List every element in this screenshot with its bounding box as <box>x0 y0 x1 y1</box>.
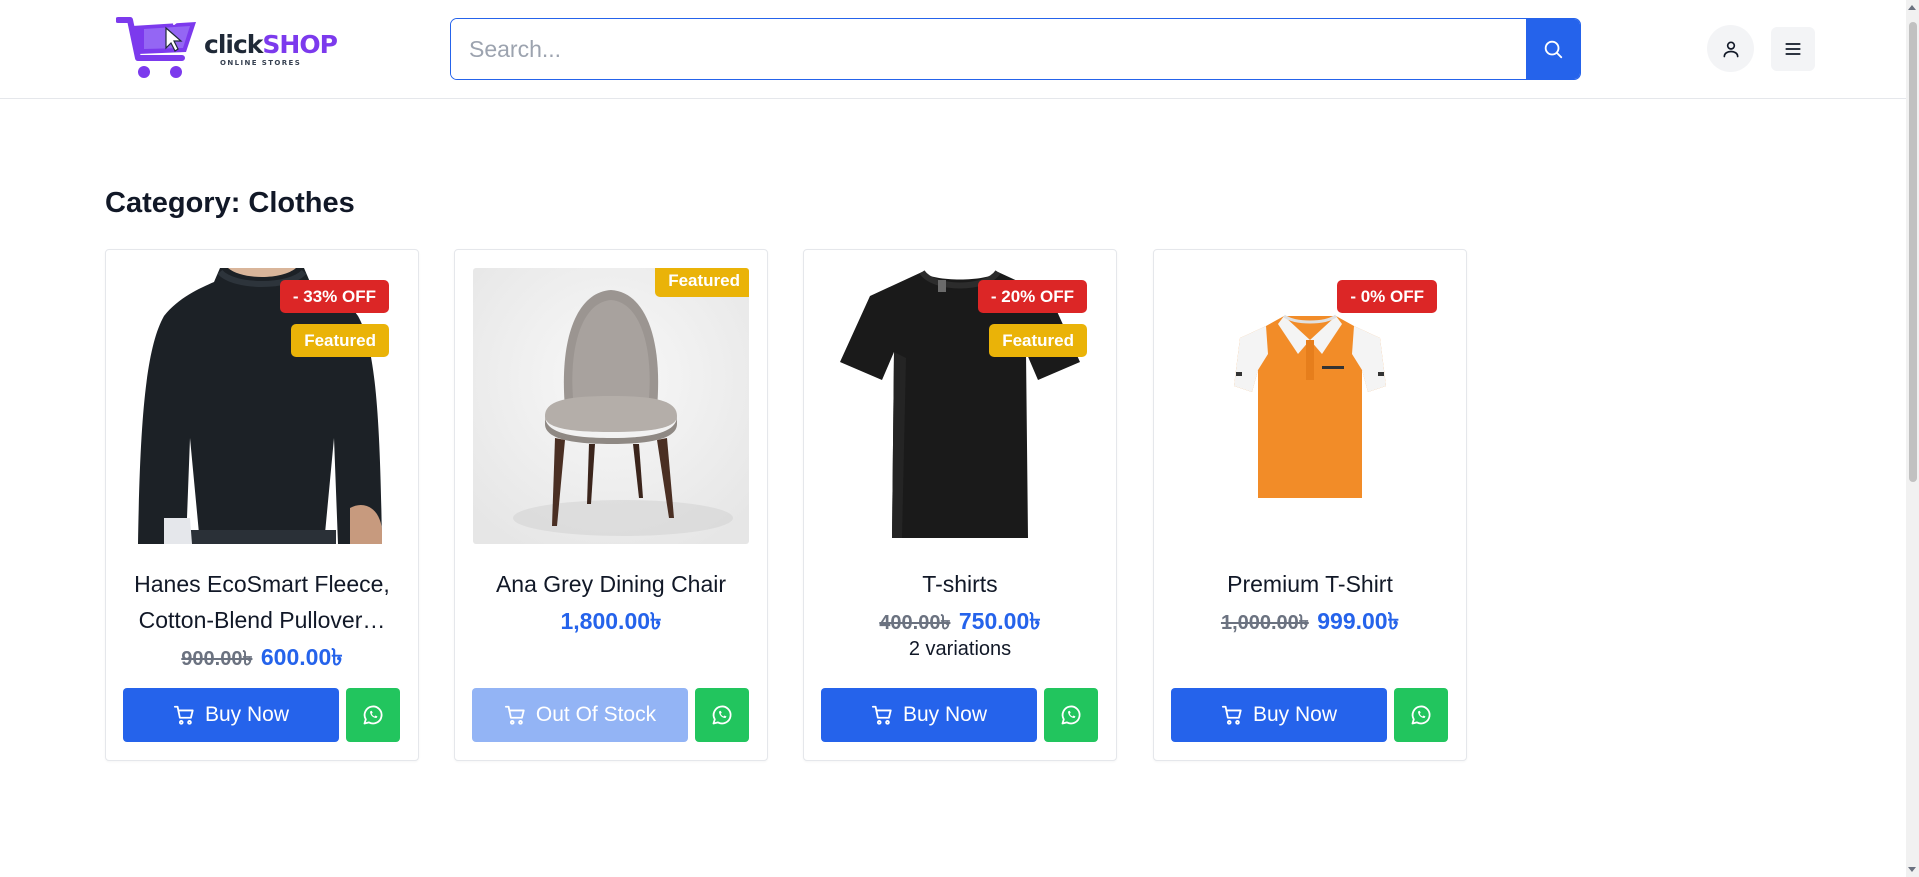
buy-now-label: Buy Now <box>1252 703 1338 726</box>
product-image[interactable]: - 0% OFF <box>1172 268 1448 544</box>
logo-text-shop: SHOP <box>262 30 338 59</box>
whatsapp-icon <box>1061 705 1081 725</box>
whatsapp-icon <box>712 705 732 725</box>
old-price: 1,000.00৳ <box>1220 612 1309 634</box>
old-price: 400.00৳ <box>879 612 951 634</box>
site-header: clickSHOP ONLINE STORES <box>0 0 1906 99</box>
scroll-up-arrow-icon[interactable] <box>1908 5 1916 10</box>
new-price: 600.00৳ <box>260 644 343 670</box>
discount-badge: - 20% OFF <box>977 280 1087 313</box>
price-row: 1,800.00৳ <box>455 603 767 642</box>
product-title-line: Ana Grey Dining Chair <box>495 571 727 597</box>
out-of-stock-button[interactable]: Out Of Stock <box>472 688 688 742</box>
product-card[interactable]: - 20% OFF Featured T-shirts 400.00৳ 750.… <box>803 249 1117 761</box>
discount-badge: - 0% OFF <box>1337 280 1437 313</box>
cart-icon <box>504 705 525 725</box>
product-image[interactable]: - 33% OFF Featured <box>124 268 400 544</box>
scroll-down-arrow-icon[interactable] <box>1908 867 1916 872</box>
product-title[interactable]: Premium T-Shirt <box>1166 566 1454 602</box>
new-price: 999.00৳ <box>1317 608 1400 634</box>
new-price: 750.00৳ <box>958 608 1041 634</box>
whatsapp-icon <box>363 705 383 725</box>
logo-wordmark: clickSHOP <box>204 30 338 59</box>
product-title[interactable]: T-shirts <box>816 566 1104 602</box>
user-icon <box>1723 41 1738 57</box>
hamburger-menu-icon <box>1785 43 1801 55</box>
whatsapp-button[interactable] <box>346 688 400 742</box>
buy-now-button[interactable]: Buy Now <box>1171 688 1387 742</box>
product-title-line: Hanes EcoSmart Fleece, <box>134 571 390 597</box>
price-row: 1,000.00৳ 999.00৳ <box>1154 603 1466 642</box>
discount-badge: - 33% OFF <box>279 280 389 313</box>
logo-tagline: ONLINE STORES <box>220 59 302 67</box>
price-row: 900.00৳ 600.00৳ <box>106 639 418 678</box>
product-title-line: Cotton-Blend Pullover… <box>138 607 386 633</box>
whatsapp-button[interactable] <box>1044 688 1098 742</box>
old-price: 900.00৳ <box>181 648 253 670</box>
featured-badge: Featured <box>655 268 749 297</box>
product-card[interactable]: - 0% OFF Premium T-Shirt 1,000.00৳ 999.0… <box>1153 249 1467 761</box>
whatsapp-button[interactable] <box>695 688 749 742</box>
account-button[interactable] <box>1707 25 1754 72</box>
menu-button[interactable] <box>1771 27 1815 71</box>
cart-icon <box>871 705 892 725</box>
buy-now-button[interactable]: Buy Now <box>821 688 1037 742</box>
search-icon <box>1544 40 1563 59</box>
featured-badge: Featured <box>989 324 1087 357</box>
whatsapp-button[interactable] <box>1394 688 1448 742</box>
new-price: 1,800.00৳ <box>560 608 662 634</box>
product-title[interactable]: Hanes EcoSmart Fleece, Cotton-Blend Pull… <box>118 566 406 638</box>
product-title[interactable]: Ana Grey Dining Chair <box>467 566 755 602</box>
product-card[interactable]: - 33% OFF Featured Hanes EcoSmart Fleece… <box>105 249 419 761</box>
vertical-scrollbar[interactable] <box>1906 0 1919 877</box>
product-title-line: T-shirts <box>922 571 998 597</box>
shopping-cart-logo-icon <box>116 14 196 78</box>
category-title: Category: Clothes <box>105 187 355 219</box>
page: clickSHOP ONLINE STORES Category: Clothe… <box>0 0 1919 877</box>
search-bar <box>450 18 1581 80</box>
product-image[interactable]: Featured <box>473 268 749 544</box>
cart-icon <box>173 705 194 725</box>
scrollbar-thumb[interactable] <box>1909 22 1917 482</box>
search-input[interactable] <box>451 19 1526 79</box>
price-row: 400.00৳ 750.00৳ <box>804 603 1116 642</box>
featured-badge: Featured <box>291 324 389 357</box>
buy-now-button[interactable]: Buy Now <box>123 688 339 742</box>
site-logo[interactable]: clickSHOP ONLINE STORES <box>116 14 338 84</box>
out-of-stock-label: Out Of Stock <box>535 703 657 726</box>
grey-chair-image <box>473 268 749 544</box>
logo-text: clickSHOP ONLINE STORES <box>204 30 338 67</box>
variations-count: 2 variations <box>908 638 1012 660</box>
product-card[interactable]: Featured Ana Grey Dining Chair 1,800.00৳… <box>454 249 768 761</box>
buy-now-label: Buy Now <box>902 703 988 726</box>
logo-text-click: click <box>204 30 263 59</box>
product-image[interactable]: - 20% OFF Featured <box>822 268 1098 544</box>
whatsapp-icon <box>1411 705 1431 725</box>
product-title-line: Premium T-Shirt <box>1227 571 1393 597</box>
cart-icon <box>1221 705 1242 725</box>
buy-now-label: Buy Now <box>204 703 290 726</box>
search-button[interactable] <box>1526 19 1580 79</box>
